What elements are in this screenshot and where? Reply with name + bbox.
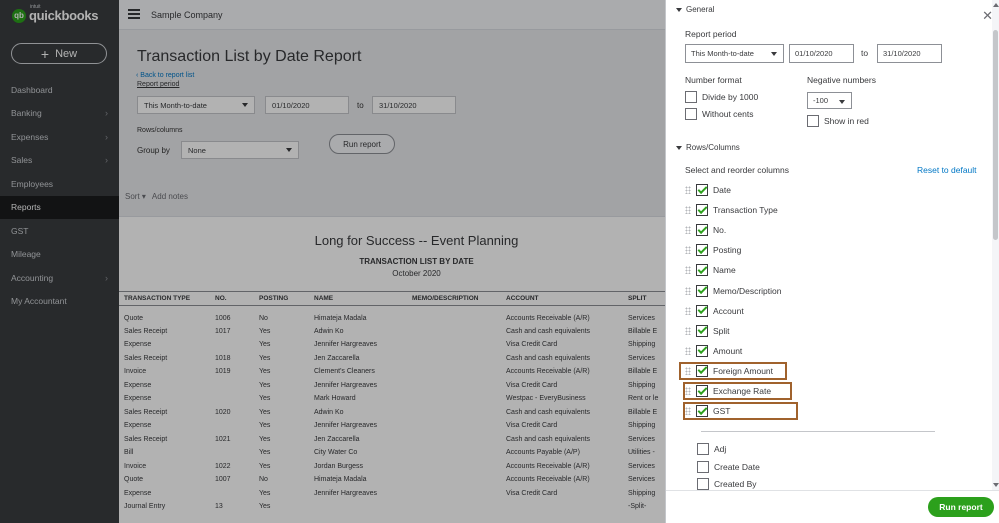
checkbox[interactable] — [696, 204, 708, 217]
checkbox[interactable] — [697, 443, 709, 455]
column-option[interactable]: Adj — [697, 443, 726, 455]
checkbox[interactable] — [685, 91, 697, 103]
column-option-label: Transaction Type — [713, 205, 778, 216]
customize-report-panel: ✕ General Report period This Month-to-da… — [665, 0, 999, 523]
panel-to-label: to — [861, 48, 869, 58]
column-option-label: Adj — [714, 444, 727, 454]
checkbox[interactable] — [685, 108, 697, 120]
chevron-down-icon — [839, 100, 845, 104]
rows-columns-section-toggle[interactable]: Rows/Columns — [676, 143, 740, 152]
column-option[interactable]: Split — [685, 324, 730, 337]
column-option[interactable]: Amount — [685, 344, 743, 357]
column-option-label: Split — [713, 325, 730, 336]
negative-numbers-label: Negative numbers — [807, 75, 876, 85]
select-columns-label: Select and reorder columns — [685, 165, 789, 175]
checkbox[interactable] — [697, 460, 709, 473]
caret-down-icon — [676, 145, 682, 150]
checkbox[interactable] — [696, 184, 708, 196]
column-option[interactable]: Memo/Description — [685, 284, 782, 297]
panel-from-date-input[interactable]: 01/10/2020 — [789, 44, 854, 63]
scroll-up-icon[interactable] — [993, 3, 999, 7]
number-format-label: Number format — [685, 75, 742, 85]
column-option[interactable]: Date — [685, 184, 731, 196]
drag-handle-icon[interactable] — [685, 266, 691, 275]
checkbox[interactable] — [696, 264, 708, 277]
general-section-toggle[interactable]: General — [676, 5, 714, 14]
checkbox[interactable] — [696, 304, 708, 317]
panel-report-period-label: Report period — [685, 29, 737, 39]
column-option-label: No. — [713, 225, 727, 236]
scrollbar[interactable] — [992, 0, 999, 490]
column-option-label: Date — [713, 185, 731, 195]
checkbox[interactable] — [697, 478, 709, 490]
checkbox[interactable] — [696, 344, 708, 357]
column-option-label: Created By — [714, 479, 757, 489]
column-option-label: Name — [713, 265, 736, 276]
without-cents-checkbox[interactable]: Without cents — [685, 108, 754, 120]
column-option-label: Create Date — [714, 461, 760, 472]
drag-handle-icon[interactable] — [685, 326, 691, 335]
drag-handle-icon[interactable] — [685, 226, 691, 235]
checkbox[interactable] — [807, 115, 819, 127]
column-option[interactable]: Transaction Type — [685, 204, 778, 217]
modal-overlay[interactable] — [0, 0, 665, 523]
panel-footer: Run report — [666, 490, 999, 523]
drag-handle-icon[interactable] — [685, 286, 691, 295]
panel-run-report-button[interactable]: Run report — [928, 497, 994, 517]
divide-by-1000-checkbox[interactable]: Divide by 1000 — [685, 91, 758, 103]
column-option[interactable]: Name — [685, 264, 736, 277]
column-option-label: Amount — [713, 345, 743, 356]
negative-numbers-select[interactable]: -100 — [807, 92, 852, 109]
scrollbar-thumb[interactable] — [993, 30, 998, 240]
panel-to-date-input[interactable]: 31/10/2020 — [877, 44, 942, 63]
column-option[interactable]: Account — [685, 304, 744, 317]
checkbox[interactable] — [696, 324, 708, 337]
show-in-red-checkbox[interactable]: Show in red — [807, 115, 869, 127]
chevron-down-icon — [771, 52, 777, 56]
highlight-box — [679, 362, 787, 380]
drag-handle-icon[interactable] — [685, 206, 691, 215]
column-option[interactable]: Create Date — [697, 460, 760, 473]
column-option-label: Posting — [713, 245, 742, 256]
column-option-label: Memo/Description — [713, 285, 782, 296]
caret-down-icon — [676, 7, 682, 12]
column-option-label: Account — [713, 305, 744, 316]
drag-handle-icon[interactable] — [685, 346, 691, 355]
highlight-box — [683, 402, 798, 420]
column-option[interactable]: Posting — [685, 244, 742, 257]
checkbox[interactable] — [696, 244, 708, 257]
panel-report-period-select[interactable]: This Month-to-date — [685, 44, 784, 63]
divider — [701, 431, 935, 432]
checkbox[interactable] — [696, 284, 708, 297]
drag-handle-icon[interactable] — [685, 186, 691, 194]
column-option[interactable]: Created By — [697, 478, 757, 490]
highlight-box — [683, 382, 792, 400]
drag-handle-icon[interactable] — [685, 306, 691, 315]
checkbox[interactable] — [696, 224, 708, 237]
scroll-down-icon[interactable] — [993, 483, 999, 487]
drag-handle-icon[interactable] — [685, 246, 691, 255]
column-option[interactable]: No. — [685, 224, 727, 237]
reset-to-default-link[interactable]: Reset to default — [917, 165, 977, 175]
